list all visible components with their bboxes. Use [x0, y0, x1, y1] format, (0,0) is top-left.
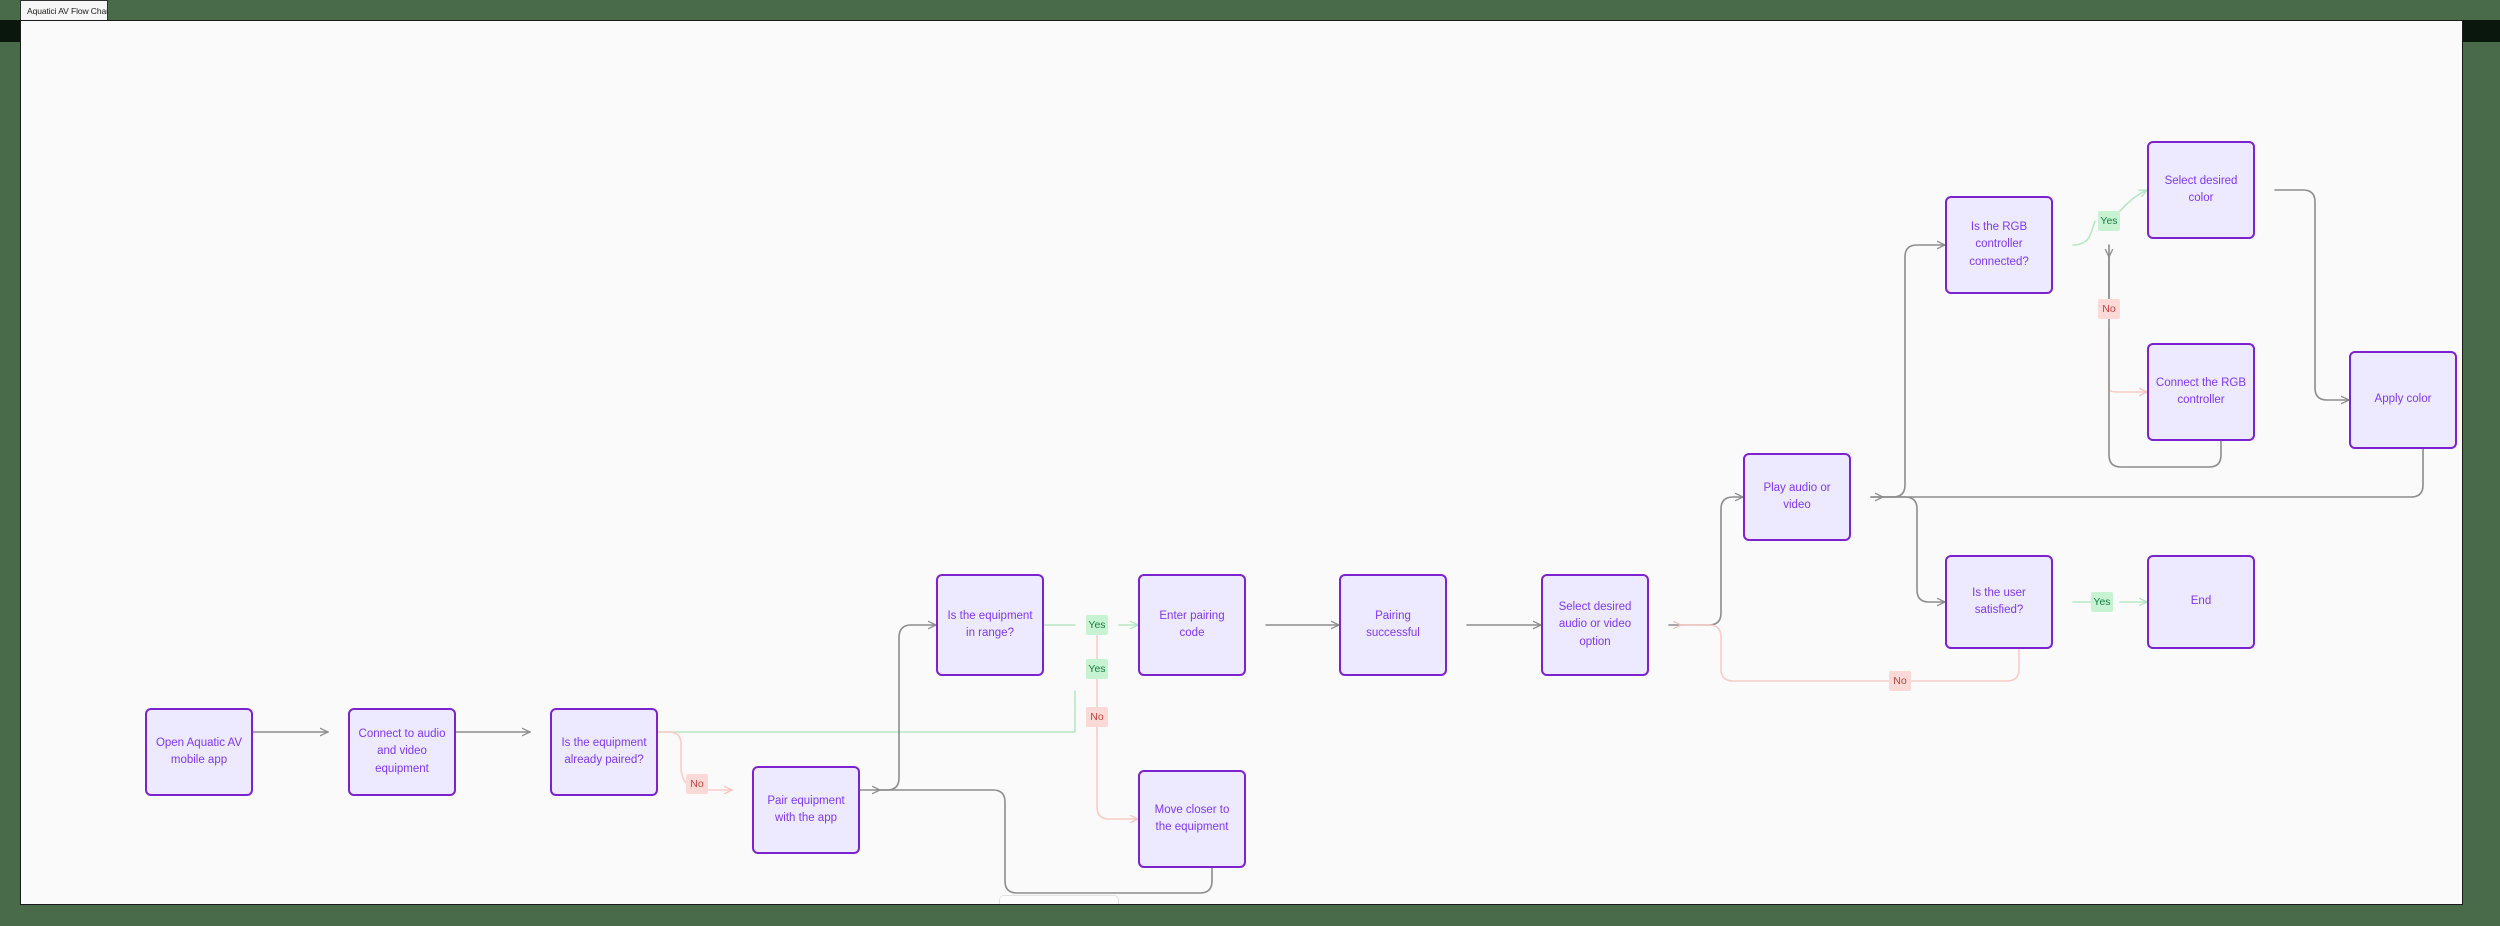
edge-label-rgb-yes[interactable]: Yes: [2098, 211, 2120, 231]
node-play-audio-video[interactable]: Play audio or video: [1743, 453, 1851, 541]
node-connect-rgb-controller[interactable]: Connect the RGB controller: [2147, 343, 2255, 441]
edge-label-text: No: [690, 778, 704, 790]
tab-title: Aquatici AV Flow Chart: [27, 5, 108, 16]
node-move-closer[interactable]: Move closer to the equipment: [1138, 770, 1246, 868]
edge-label-rgb-no[interactable]: No: [2098, 299, 2120, 319]
node-equipment-in-range[interactable]: Is the equipment in range?: [936, 574, 1044, 676]
edge-label-satisfied-yes[interactable]: Yes: [2091, 592, 2113, 612]
node-label: Is the user satisfied?: [1972, 586, 2026, 616]
node-label: Open Aquatic AV mobile app: [155, 736, 243, 766]
node-pairing-successful[interactable]: Pairing successful: [1339, 574, 1447, 676]
node-end[interactable]: End: [2147, 555, 2255, 649]
edge-label-text: No: [1090, 711, 1104, 723]
node-label: Pair equipment with the app: [767, 794, 845, 824]
vertical-scrollbar[interactable]: [2459, 21, 2462, 904]
flowchart-canvas[interactable]: in-range (long green line) --> pair-equi…: [21, 21, 2462, 904]
node-apply-color[interactable]: Apply color: [2349, 351, 2457, 449]
edge-label-satisfied-no[interactable]: No: [1889, 671, 1911, 691]
node-already-paired[interactable]: Is the equipment already paired?: [550, 708, 658, 796]
node-enter-pairing-code[interactable]: Enter pairing code: [1138, 574, 1246, 676]
node-connect-equipment[interactable]: Connect to audio and video equipment: [348, 708, 456, 796]
node-user-satisfied[interactable]: Is the user satisfied?: [1945, 555, 2053, 649]
node-rgb-controller-connected[interactable]: Is the RGB controller connected?: [1945, 196, 2053, 294]
edge-label-paired-no[interactable]: No: [686, 774, 708, 794]
node-label: End: [2190, 595, 2212, 608]
node-label: Connect to audio and video equipment: [358, 728, 446, 775]
edge-label-text: Yes: [1088, 619, 1106, 631]
node-label: Play audio or video: [1763, 481, 1831, 511]
node-label: Enter pairing code: [1159, 609, 1225, 639]
browser-tab-flowchart[interactable]: Aquatici AV Flow Chart: [20, 0, 108, 20]
node-select-color[interactable]: Select desired color: [2147, 141, 2255, 239]
node-pair-equipment[interactable]: Pair equipment with the app: [752, 766, 860, 854]
edge-label-range-no[interactable]: No: [1086, 707, 1108, 727]
edge-label-text: No: [2102, 303, 2116, 315]
edge-label-text: Yes: [1088, 663, 1106, 675]
horizontal-scrollbar[interactable]: [999, 895, 1119, 904]
node-label: Is the equipment already paired?: [561, 736, 647, 766]
node-open-app[interactable]: Open Aquatic AV mobile app: [145, 708, 253, 796]
node-label: Select desired color: [2164, 174, 2238, 204]
edge-label-text: No: [1893, 675, 1907, 687]
app-window: in-range (long green line) --> pair-equi…: [20, 20, 2463, 905]
node-label: Apply color: [2374, 393, 2432, 406]
edge-label-range-yes[interactable]: Yes: [1086, 615, 1108, 635]
node-label: Move closer to the equipment: [1154, 803, 1230, 833]
node-label: Is the RGB controller connected?: [1969, 221, 2029, 268]
edge-label-text: Yes: [2100, 215, 2118, 227]
edge-label-text: Yes: [2093, 596, 2111, 608]
edge-label-paired-yes[interactable]: Yes: [1086, 659, 1108, 679]
node-label: Select desired audio or video option: [1558, 601, 1632, 648]
browser-tabstrip: Aquatici AV Flow Chart: [0, 0, 2500, 22]
node-label: Pairing successful: [1366, 609, 1420, 639]
node-label: Connect the RGB controller: [2155, 376, 2247, 406]
desktop-background: Aquatici AV Flow Chart Open Aquatic AV m…: [0, 0, 2500, 926]
node-label: Is the equipment in range?: [947, 609, 1033, 639]
node-select-av-option[interactable]: Select desired audio or video option: [1541, 574, 1649, 676]
